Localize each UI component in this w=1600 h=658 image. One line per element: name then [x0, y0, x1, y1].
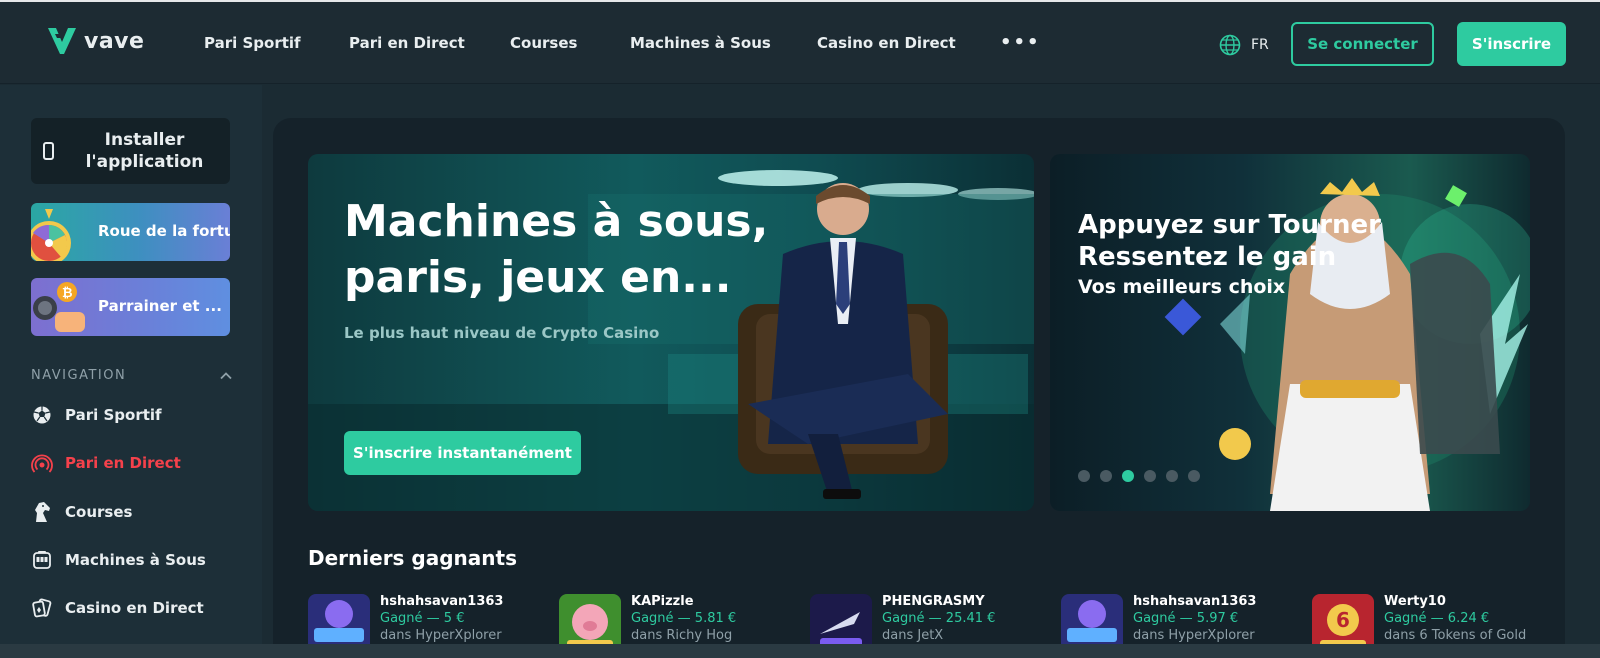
language-selector[interactable]: FR	[1219, 34, 1269, 56]
winner-amount: Gagné — 5.81 €	[631, 611, 737, 626]
carousel-dot[interactable]	[1078, 470, 1090, 482]
hero-register-button[interactable]: S'inscrire instantanément	[344, 431, 581, 475]
carousel-dot[interactable]	[1188, 470, 1200, 482]
horse-icon	[31, 501, 53, 523]
winner-username: PHENGRASMY	[882, 594, 985, 609]
winner-game: dans Richy Hog	[631, 628, 733, 643]
login-button[interactable]: Se connecter	[1291, 22, 1434, 66]
winner-game: dans 6 Tokens of Gold	[1384, 628, 1527, 643]
sidebar: Installer l'application Roue de la fortu…	[0, 85, 262, 658]
phone-icon	[43, 142, 54, 160]
globe-icon	[1219, 34, 1241, 56]
sidebar-item-pari-sportif[interactable]: Pari Sportif	[31, 404, 162, 426]
sidebar-item-casino-en-direct[interactable]: Casino en Direct	[31, 597, 204, 619]
promo-referral-label: Parrainer et ...	[98, 297, 222, 315]
sidebar-item-label: Pari en Direct	[65, 454, 181, 472]
sidebar-item-machines-a-sous[interactable]: Machines à Sous	[31, 549, 206, 571]
live-broadcast-icon	[31, 452, 53, 474]
sidebar-item-label: Courses	[65, 503, 133, 521]
carousel-dots	[1078, 470, 1200, 482]
hero-title: Machines à sous, paris, jeux en...	[344, 196, 769, 303]
winner-game: dans JetX	[882, 628, 944, 643]
language-code: FR	[1251, 37, 1269, 53]
winner-amount: Gagné — 25.41 €	[882, 611, 996, 626]
winner-username: KAPizzle	[631, 594, 694, 609]
horizontal-scrollbar[interactable]	[0, 644, 1600, 658]
slot-machine-icon	[31, 549, 53, 571]
sidebar-item-courses[interactable]: Courses	[31, 501, 132, 523]
winner-game: dans HyperXplorer	[380, 628, 502, 643]
carousel-dot[interactable]	[1166, 470, 1178, 482]
latest-winners-title: Derniers gagnants	[308, 546, 517, 570]
promo-fortune-label: Roue de la fortun	[98, 222, 230, 240]
soccer-ball-icon	[31, 404, 53, 426]
sidebar-item-label: Casino en Direct	[65, 599, 204, 617]
winner-amount: Gagné — 5 €	[380, 611, 465, 626]
svg-text:6: 6	[1336, 608, 1350, 632]
hero2-line3: Vos meilleurs choix	[1078, 276, 1286, 298]
zeus-promo-image	[1164, 178, 1530, 511]
nav-casino-en-direct[interactable]: Casino en Direct	[817, 34, 956, 52]
nav-pari-en-direct[interactable]: Pari en Direct	[349, 34, 465, 52]
vave-logo-icon	[48, 28, 76, 54]
top-header: vave Pari Sportif Pari en Direct Courses…	[0, 2, 1600, 84]
register-button[interactable]: S'inscrire	[1457, 22, 1566, 66]
navigation-section-header[interactable]: NAVIGATION	[31, 368, 232, 383]
install-app-label: Installer l'application	[85, 130, 204, 172]
carousel-dot[interactable]	[1144, 470, 1156, 482]
promo-fortune-wheel[interactable]: Roue de la fortun	[31, 203, 230, 261]
hero2-line2: Ressentez le gain	[1078, 242, 1337, 272]
hero-banner[interactable]: Machines à sous, paris, jeux en... Le pl…	[308, 154, 1034, 511]
svg-text:₿: ₿	[62, 286, 73, 301]
winner-amount: Gagné — 6.24 €	[1384, 611, 1490, 626]
winner-game: dans HyperXplorer	[1133, 628, 1255, 643]
carousel-dot[interactable]	[1100, 470, 1112, 482]
logo[interactable]: vave	[46, 24, 144, 58]
chevron-up-icon[interactable]	[220, 370, 232, 382]
sidebar-item-label: Pari Sportif	[65, 406, 162, 424]
hero2-line1: Appuyez sur Tourner	[1078, 210, 1381, 240]
sidebar-item-label: Machines à Sous	[65, 551, 206, 569]
winner-amount: Gagné — 5.97 €	[1133, 611, 1239, 626]
hero-subtitle: Le plus haut niveau de Crypto Casino	[344, 324, 660, 342]
winner-username: hshahsavan1363	[380, 594, 504, 609]
nav-machines-a-sous[interactable]: Machines à Sous	[630, 34, 771, 52]
promo-referral[interactable]: ₿ Parrainer et ...	[31, 278, 230, 336]
brand-name: vave	[84, 28, 145, 54]
navigation-section-label: NAVIGATION	[31, 368, 127, 383]
hero-banner-slots[interactable]: Appuyez sur Tourner Ressentez le gain Vo…	[1050, 154, 1530, 511]
winner-username: Werty10	[1384, 594, 1446, 609]
nav-courses[interactable]: Courses	[510, 34, 577, 52]
cards-icon	[31, 597, 53, 619]
nav-pari-sportif[interactable]: Pari Sportif	[204, 34, 301, 52]
sidebar-item-pari-en-direct[interactable]: Pari en Direct	[31, 452, 181, 474]
winner-username: hshahsavan1363	[1133, 594, 1257, 609]
carousel-dot-active[interactable]	[1122, 470, 1134, 482]
bitcoin-coin-icon: ₿	[33, 282, 85, 332]
more-menu-icon[interactable]: •••	[1000, 32, 1041, 53]
fortune-wheel-icon	[31, 209, 71, 261]
install-app-button[interactable]: Installer l'application	[31, 118, 230, 184]
